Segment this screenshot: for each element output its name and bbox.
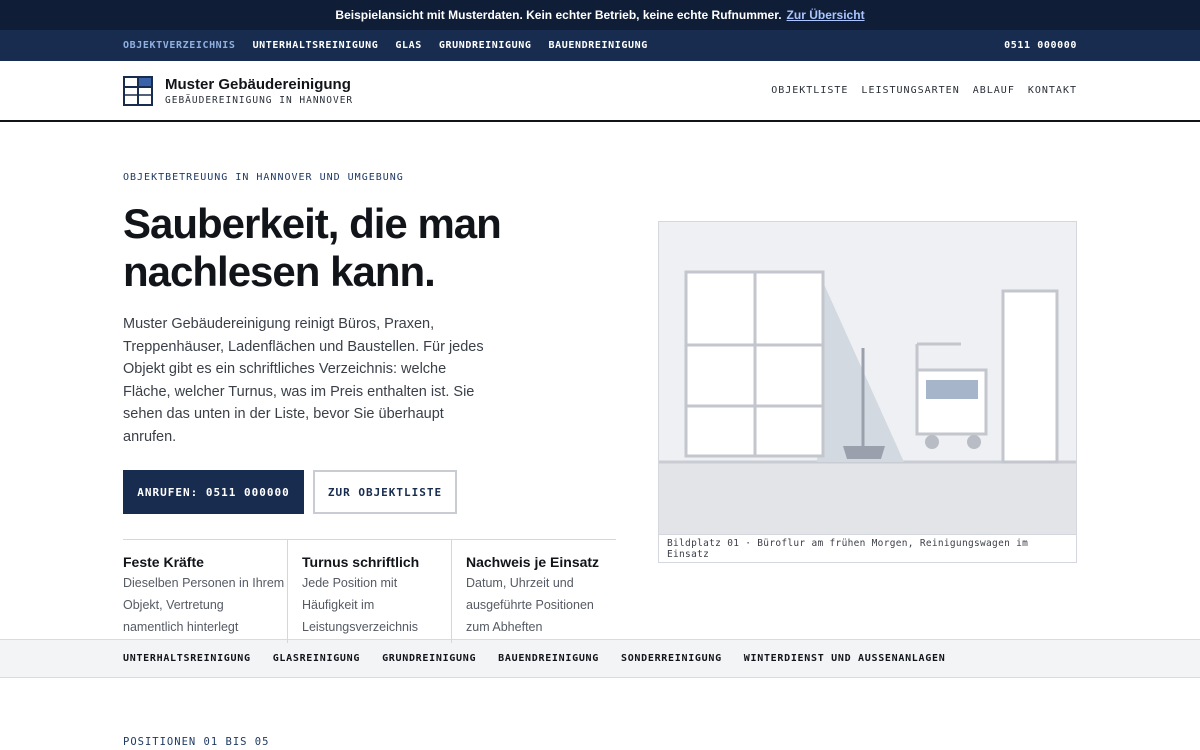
topnav-item-glas[interactable]: GLAS [395,40,421,51]
brand-name: Muster Gebäudereinigung [165,75,351,93]
feature-text: Jede Position mit Häufigkeit im Leistung… [302,576,419,634]
topnav-item-objektverzeichnis[interactable]: OBJEKTVERZEICHNIS [123,40,236,51]
brand-tagline: GEBÄUDEREINIGUNG IN HANNOVER [165,94,354,106]
positions-label: POSITIONEN 01 BIS 05 [123,736,270,748]
main-navigation: OBJEKTLISTE LEISTUNGSARTEN ABLAUF KONTAK… [771,85,1077,96]
hero-lead: Muster Gebäudereinigung reinigt Büros, P… [123,316,484,445]
demo-banner-text: Beispielansicht mit Musterdaten. Kein ec… [335,8,782,22]
feature-list: Feste Kräfte Dieselben Personen in Ihrem… [123,539,616,643]
hero-eyebrow: OBJEKTBETREUUNG IN HANNOVER UND UMGEBUNG [123,172,404,183]
services-strip: UNTERHALTSREINIGUNG GLASREINIGUNG GRUNDR… [0,639,1200,678]
nav-objektliste[interactable]: OBJEKTLISTE [771,85,848,96]
office-corridor-illustration [659,222,1076,534]
figure-caption: Bildplatz 01 · Büroflur am frühen Morgen… [659,534,1076,562]
topnav-phone-link[interactable]: 0511 000000 [1004,40,1077,51]
service-link-bauendreinigung[interactable]: BAUENDREINIGUNG [498,653,599,664]
service-link-glasreinigung[interactable]: GLASREINIGUNG [273,653,360,664]
topnav-item-unterhaltsreinigung[interactable]: UNTERHALTSREINIGUNG [253,40,379,51]
feature-text: Dieselben Personen in Ihrem Objekt, Vert… [123,576,285,634]
object-list-button[interactable]: ZUR OBJEKTLISTE [313,470,457,514]
feature-text: Datum, Uhrzeit und ausgeführte Positione… [466,576,594,634]
service-link-sonderreinigung[interactable]: SONDERREINIGUNG [621,653,722,664]
brand[interactable]: Muster Gebäudereinigung GEBÄUDEREINIGUNG… [123,75,354,106]
service-link-grundreinigung[interactable]: GRUNDREINIGUNG [382,653,476,664]
window-logo-icon [123,75,153,106]
feature-title: Nachweis je Einsatz [466,554,600,570]
top-navigation: OBJEKTVERZEICHNIS UNTERHALTSREINIGUNG GL… [0,30,1200,61]
hero-title-line1: Sauberkeit, die man [123,200,502,247]
nav-ablauf[interactable]: ABLAUF [973,85,1015,96]
overview-link[interactable]: Zur Übersicht [787,8,865,22]
topnav-item-grundreinigung[interactable]: GRUNDREINIGUNG [439,40,532,51]
feature-item: Feste Kräfte Dieselben Personen in Ihrem… [123,540,287,643]
service-link-winterdienst[interactable]: WINTERDIENST UND AUSSENANLAGEN [744,653,946,664]
feature-item: Nachweis je Einsatz Datum, Uhrzeit und a… [451,540,616,643]
site-header: Muster Gebäudereinigung GEBÄUDEREINIGUNG… [0,61,1200,122]
topnav-item-bauendreinigung[interactable]: BAUENDREINIGUNG [549,40,648,51]
hero-section: OBJEKTBETREUUNG IN HANNOVER UND UMGEBUNG… [0,122,1200,643]
feature-title: Feste Kräfte [123,554,204,570]
service-link-unterhaltsreinigung[interactable]: UNTERHALTSREINIGUNG [123,653,251,664]
nav-leistungsarten[interactable]: LEISTUNGSARTEN [861,85,959,96]
nav-kontakt[interactable]: KONTAKT [1028,85,1077,96]
call-button[interactable]: ANRUFEN: 0511 000000 [123,470,304,514]
feature-title: Turnus schriftlich [302,554,420,570]
hero-title: Sauberkeit, die man nachlesen kann. [123,200,616,296]
hero-title-line2: nachlesen kann. [123,248,436,295]
hero-illustration: Bildplatz 01 · Büroflur am frühen Morgen… [658,221,1077,563]
feature-item: Turnus schriftlich Jede Position mit Häu… [287,540,451,643]
demo-banner: Beispielansicht mit Musterdaten. Kein ec… [0,0,1200,30]
